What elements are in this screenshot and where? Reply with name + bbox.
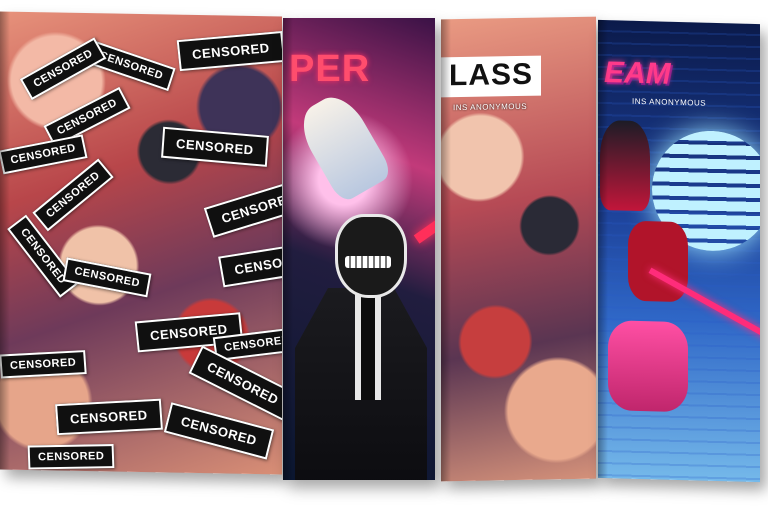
gunner-figure (600, 119, 650, 212)
cover-title: LASS (441, 55, 542, 98)
censored-sticker: CENSORED (7, 214, 80, 298)
censored-comic-cover: CENSORED CENSORED CENSORED CENSORED CENS… (0, 11, 282, 475)
censored-sticker: CENSORED (62, 257, 152, 298)
cover-title: PER (289, 48, 371, 90)
censored-sticker: CENSORED (161, 126, 269, 167)
cover-subtitle: INS ANONYMOUS (632, 96, 707, 108)
villain-tie (355, 290, 381, 400)
censored-sticker: CENSORED (203, 177, 282, 238)
energy-beam (413, 212, 435, 244)
cover-title: EAM (604, 56, 671, 91)
censored-sticker: CENSORED (0, 350, 88, 379)
super-villains-comic-cover: PER (283, 18, 435, 480)
class-comic-cover: LASS INS ANONYMOUS (441, 16, 596, 482)
censored-sticker: CENSORED (55, 398, 163, 436)
censored-sticker: CENSORED (218, 240, 282, 288)
censored-sticker: CENSORED (0, 134, 88, 175)
censored-sticker: CENSORED (19, 37, 107, 101)
dream-comic-cover: EAM INS ANONYMOUS (598, 19, 760, 483)
censored-sticker: CENSORED (27, 444, 115, 470)
censored-sticker: CENSORED (32, 158, 114, 232)
cover-subtitle: INS ANONYMOUS (453, 101, 528, 113)
censored-sticker: CENSORED (176, 31, 282, 72)
censored-sticker: CENSORED (163, 402, 274, 460)
comic-books-scene: CENSORED CENSORED CENSORED CENSORED CENS… (0, 0, 768, 508)
flying-heroine-figure (292, 87, 394, 205)
villain-grin (345, 256, 391, 268)
pink-armored-figure (608, 320, 688, 413)
